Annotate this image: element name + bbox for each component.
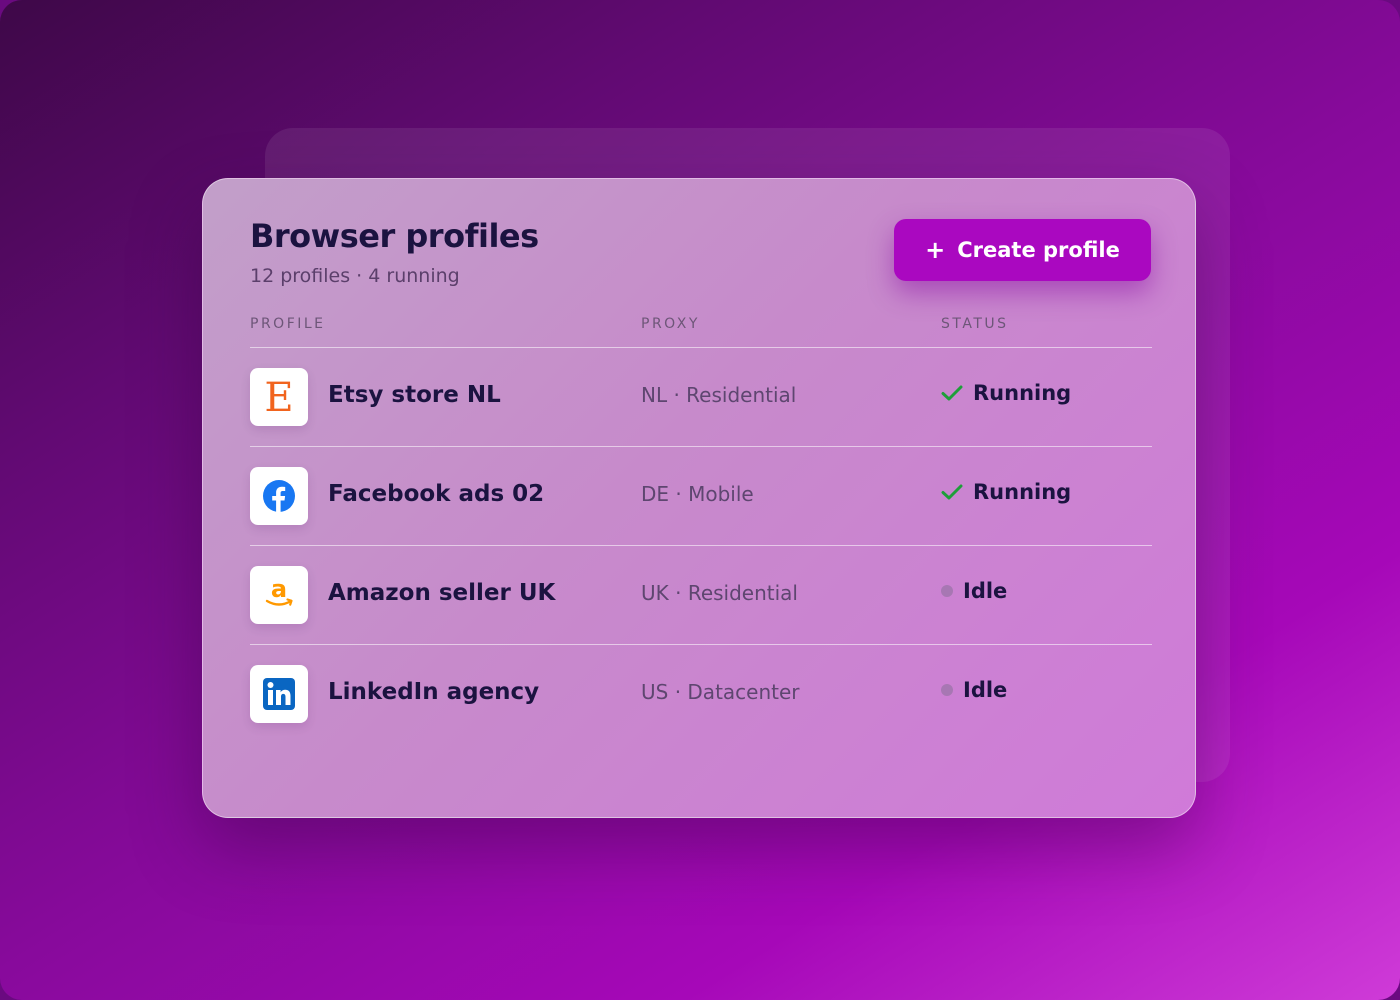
table-row[interactable]: a Amazon seller UK UK · Residential Idle [250, 545, 1152, 644]
status-badge: Running [941, 381, 1071, 405]
status-badge: Running [941, 480, 1071, 504]
check-icon [941, 384, 963, 402]
page-title: Browser profiles [250, 217, 539, 255]
profile-name: Etsy store NL [328, 382, 501, 408]
status-label: Idle [963, 678, 1008, 702]
create-profile-label: Create profile [957, 238, 1120, 262]
table-row[interactable]: Facebook ads 02 DE · Mobile Running [250, 446, 1152, 545]
profile-name: LinkedIn agency [328, 679, 540, 705]
column-header-status: STATUS [941, 316, 1009, 332]
proxy-value: NL · Residential [641, 383, 797, 407]
column-header-profile: PROFILE [250, 316, 326, 332]
table-row[interactable]: LinkedIn agency US · Datacenter Idle [250, 644, 1152, 743]
proxy-value: UK · Residential [641, 581, 798, 605]
status-label: Running [973, 381, 1072, 405]
proxy-value: DE · Mobile [641, 482, 754, 506]
create-profile-button[interactable]: + Create profile [894, 219, 1151, 281]
profiles-summary: 12 profiles · 4 running [250, 265, 460, 287]
profile-name: Amazon seller UK [328, 580, 556, 606]
linkedin-icon [250, 665, 308, 723]
dot-icon [941, 585, 953, 597]
profile-name: Facebook ads 02 [328, 481, 545, 507]
svg-text:a: a [271, 576, 287, 603]
proxy-value: US · Datacenter [641, 680, 800, 704]
check-icon [941, 483, 963, 501]
plus-icon: + [925, 236, 946, 264]
status-label: Running [973, 480, 1072, 504]
table-row[interactable]: E Etsy store NL NL · Residential Running [250, 347, 1152, 446]
etsy-icon: E [250, 368, 308, 426]
status-label: Idle [963, 579, 1008, 603]
facebook-icon [250, 467, 308, 525]
amazon-icon: a [250, 566, 308, 624]
profiles-card: Browser profiles 12 profiles · 4 running… [202, 178, 1196, 818]
column-header-proxy: PROXY [641, 316, 700, 332]
dot-icon [941, 684, 953, 696]
status-badge: Idle [941, 579, 1007, 603]
status-badge: Idle [941, 678, 1007, 702]
